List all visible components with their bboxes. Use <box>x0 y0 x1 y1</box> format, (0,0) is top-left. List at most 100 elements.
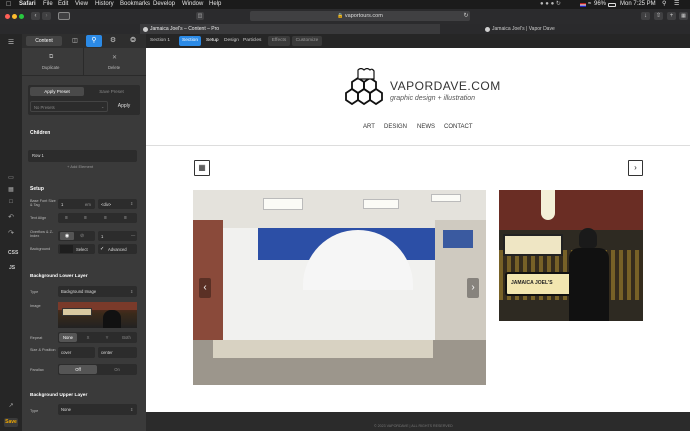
inspect-search-icon[interactable]: ⚲ <box>86 35 102 47</box>
reload-icon[interactable]: ↻ <box>462 11 470 21</box>
zoom-window-icon[interactable] <box>19 14 24 19</box>
align-right-icon[interactable]: ≡ <box>104 215 107 221</box>
align-center-icon[interactable]: ≡ <box>84 215 87 221</box>
z-index-input[interactable]: 1 — <box>98 231 137 241</box>
apply-preset-tab[interactable]: Apply Preset <box>30 87 84 96</box>
nav-news[interactable]: NEWS <box>417 124 435 130</box>
gallery-image-main[interactable]: ‹ › <box>193 190 486 385</box>
overflow-toggle[interactable]: ◉ ⊘ <box>58 231 95 241</box>
menu-file[interactable]: File <box>43 0 53 9</box>
forward-button[interactable]: › <box>42 12 51 20</box>
menu-develop[interactable]: Develop <box>153 0 175 9</box>
repeat-none[interactable]: None <box>59 333 77 342</box>
css-button[interactable]: CSS <box>8 250 18 256</box>
menu-bookmarks[interactable]: Bookmarks <box>120 0 150 9</box>
menu-window[interactable]: Window <box>182 0 203 9</box>
minimize-window-icon[interactable] <box>12 14 17 19</box>
align-justify-icon[interactable]: ≡ <box>124 215 127 221</box>
delete-button[interactable]: ✕ Delete <box>84 48 146 76</box>
tab-overview-icon[interactable]: ▦ <box>679 12 688 20</box>
base-font-input[interactable]: 1 em <box>58 199 95 209</box>
elements-icon[interactable]: ▦ <box>6 186 16 194</box>
chevron-down-icon: ⌄ <box>101 104 105 109</box>
menu-icon[interactable]: ☰ <box>6 39 16 46</box>
base-font-unit: em <box>85 201 91 207</box>
menu-edit[interactable]: Edit <box>58 0 68 9</box>
menu-safari[interactable]: Safari <box>19 0 36 9</box>
tab-design[interactable]: Design <box>224 38 239 43</box>
eye-slash-icon[interactable]: ⊘ <box>80 233 84 239</box>
repeat-y[interactable]: Y <box>98 333 116 342</box>
nav-contact[interactable]: CONTACT <box>444 124 473 130</box>
size-input[interactable]: cover <box>58 347 95 358</box>
save-preset-tab[interactable]: Save Preset <box>85 87 138 96</box>
shield-icon[interactable]: ◫ <box>196 12 204 20</box>
next-arrow-button[interactable]: › <box>628 160 643 176</box>
gallery-image-side[interactable]: JAMAICA JOEL'S <box>499 190 643 321</box>
duplicate-label: Duplicate <box>42 65 60 70</box>
tab-customize[interactable]: Customize <box>292 36 322 46</box>
parallax-on[interactable]: On <box>98 365 136 374</box>
apply-button[interactable]: Apply <box>110 101 138 112</box>
tab-content[interactable]: Content <box>26 36 62 46</box>
sidebar-toggle-icon[interactable] <box>58 12 70 20</box>
checkmark-icon: ✓ <box>100 245 105 252</box>
layers-icon[interactable]: ▭ <box>6 174 16 182</box>
redo-icon[interactable]: ↷ <box>6 229 16 237</box>
children-heading: Children <box>30 130 51 136</box>
repeat-both[interactable]: Both <box>117 333 136 342</box>
tab-section[interactable]: Section <box>179 36 201 46</box>
image-label: Image <box>30 304 41 308</box>
apple-icon[interactable]:  <box>6 0 11 9</box>
slide-prev-arrow[interactable]: ‹ <box>199 278 211 298</box>
type-select[interactable]: Background Image ⇕ <box>58 286 137 297</box>
tab-effects[interactable]: Effects <box>268 36 290 46</box>
download-icon[interactable]: ↓ <box>641 12 650 20</box>
save-button[interactable]: Save <box>4 418 18 427</box>
new-tab-icon[interactable]: + <box>667 12 676 20</box>
menu-help[interactable]: Help <box>209 0 221 9</box>
lock-icon: 🔒 <box>337 13 344 19</box>
external-link-icon[interactable]: ↗ <box>6 402 16 410</box>
repeat-x[interactable]: X <box>79 333 97 342</box>
position-input[interactable]: center <box>98 347 137 358</box>
browser-tab-site[interactable]: Jamaica Joel's | Vapor Dave <box>482 24 690 34</box>
row-item[interactable]: Row 1 <box>28 150 137 162</box>
minus-icon[interactable]: — <box>131 233 135 238</box>
layout-icon[interactable]: ◫ <box>70 36 80 46</box>
image-thumbnail[interactable] <box>58 302 137 328</box>
align-left-icon[interactable]: ≡ <box>65 215 68 221</box>
background-select[interactable]: Select <box>58 244 95 254</box>
upper-layer-heading: Background Upper Layer <box>30 393 88 398</box>
nav-design[interactable]: DESIGN <box>384 124 407 130</box>
slide-next-arrow[interactable]: › <box>467 278 479 298</box>
upper-type-select[interactable]: None ⇕ <box>58 404 137 415</box>
global-settings-icon[interactable]: ❂ <box>128 36 138 46</box>
share-icon[interactable]: ⇧ <box>654 12 663 20</box>
document-icon[interactable]: □ <box>6 199 16 207</box>
search-icon[interactable]: ⚲ <box>662 0 666 9</box>
menu-history[interactable]: History <box>95 0 114 9</box>
back-button[interactable]: ‹ <box>31 12 40 20</box>
undo-icon[interactable]: ↶ <box>6 213 16 221</box>
tag-select[interactable]: <div> ⇕ <box>98 199 137 209</box>
browser-tab-content[interactable]: Jamaica Joel's – Content – Pro <box>140 24 440 34</box>
nav-art[interactable]: ART <box>363 124 375 130</box>
presets-select[interactable]: No Presets ⌄ <box>30 101 108 112</box>
tab-setup[interactable]: Setup <box>206 38 219 43</box>
settings-gear-icon[interactable]: ⚙ <box>108 36 118 46</box>
advanced-toggle[interactable]: ✓ Advanced <box>98 244 137 254</box>
tab-particles[interactable]: Particles <box>243 38 261 43</box>
address-bar[interactable]: 🔒 vaportours.com <box>250 11 470 21</box>
close-window-icon[interactable] <box>5 14 10 19</box>
grid-view-button[interactable]: ▦ <box>194 160 210 176</box>
breadcrumb-section[interactable]: Section 1 <box>150 38 170 43</box>
hexagon-logo-icon <box>345 68 383 106</box>
control-center-icon[interactable]: ☰ <box>674 0 679 9</box>
menu-view[interactable]: View <box>75 0 88 9</box>
parallax-off[interactable]: Off <box>59 365 97 374</box>
duplicate-button[interactable]: ⧉ Duplicate <box>22 48 84 76</box>
eye-icon[interactable]: ◉ <box>60 232 74 240</box>
js-button[interactable]: JS <box>9 265 15 271</box>
add-element-button[interactable]: + Add Element <box>67 164 93 169</box>
